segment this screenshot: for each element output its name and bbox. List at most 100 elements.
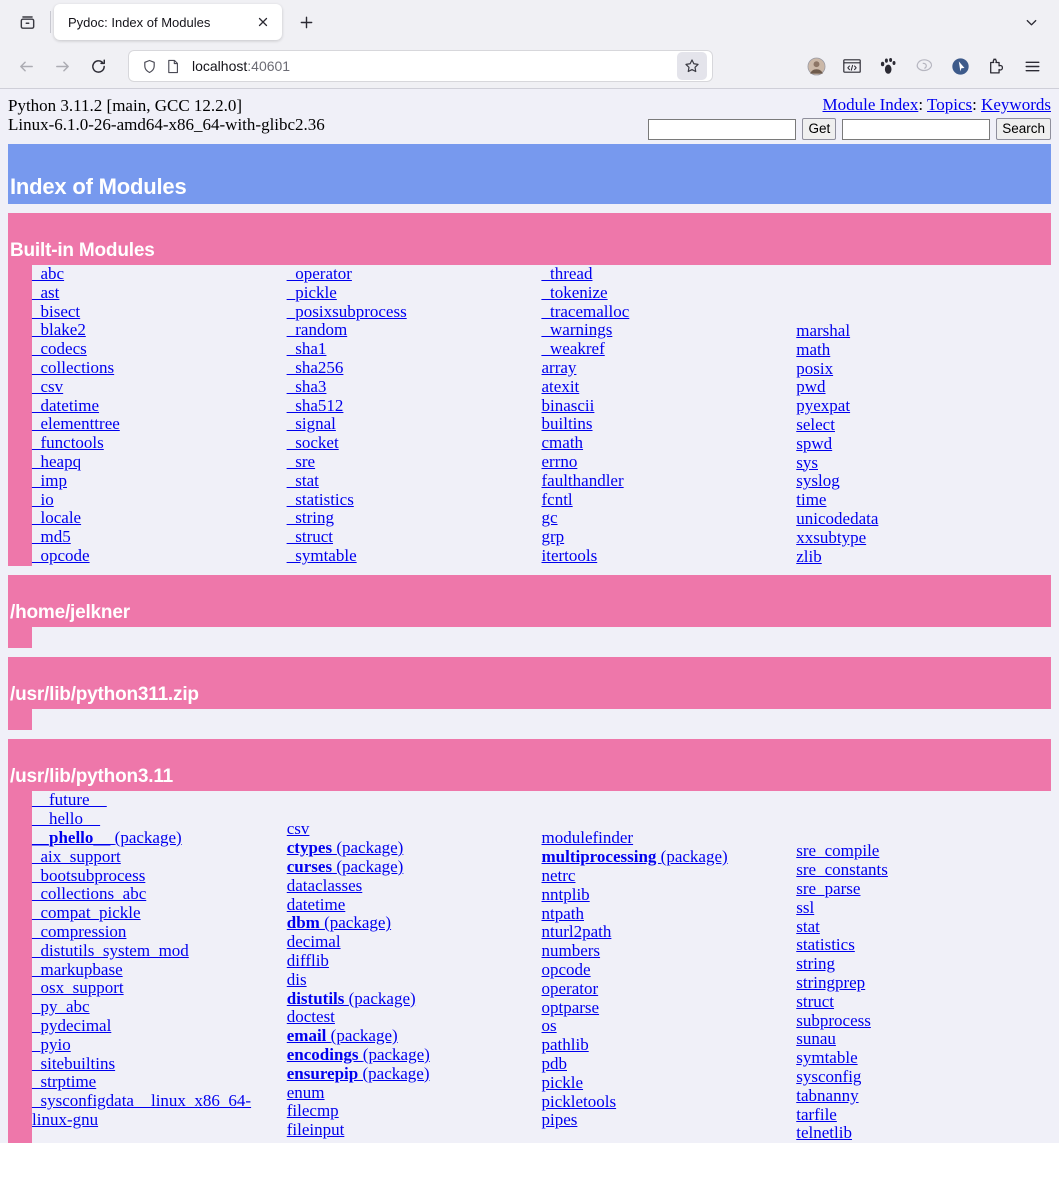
extensions-puzzle-icon[interactable] [979, 50, 1013, 82]
module-link[interactable]: _abc [32, 264, 64, 283]
keywords-link[interactable]: Keywords [981, 95, 1051, 114]
module-link[interactable]: math [796, 340, 830, 359]
module-link[interactable]: __phello__ (package) [32, 828, 182, 847]
module-link[interactable]: pwd [796, 377, 825, 396]
module-link[interactable]: pyexpat [796, 396, 850, 415]
module-link[interactable]: zlib [796, 547, 822, 566]
module-link[interactable]: string [796, 954, 835, 973]
account-avatar-icon[interactable] [799, 50, 833, 82]
module-link[interactable]: nturl2path [542, 922, 612, 941]
module-link[interactable]: __hello__ [32, 809, 100, 828]
module-link[interactable]: array [542, 358, 577, 377]
module-link[interactable]: ensurepip (package) [287, 1064, 430, 1083]
module-link[interactable]: tarfile [796, 1105, 837, 1124]
module-link[interactable]: itertools [542, 546, 598, 565]
module-link[interactable]: _signal [287, 414, 336, 433]
module-link[interactable]: pickletools [542, 1092, 617, 1111]
module-link[interactable]: time [796, 490, 826, 509]
module-link[interactable]: telnetlib [796, 1123, 852, 1142]
module-link[interactable]: doctest [287, 1007, 335, 1026]
module-link[interactable]: xxsubtype [796, 528, 866, 547]
module-link[interactable]: _elementtree [32, 414, 120, 433]
module-link[interactable]: fcntl [542, 490, 573, 509]
module-link[interactable]: pathlib [542, 1035, 589, 1054]
module-link[interactable]: gc [542, 508, 558, 527]
reload-icon[interactable] [82, 50, 114, 82]
module-link[interactable]: _sysconfigdata__linux_x86_64-linux-gnu [32, 1091, 251, 1129]
module-link[interactable]: _opcode [32, 546, 90, 565]
module-link[interactable]: sre_compile [796, 841, 879, 860]
module-link[interactable]: distutils (package) [287, 989, 416, 1008]
module-link[interactable]: _md5 [32, 527, 71, 546]
page-document-icon[interactable] [162, 55, 184, 77]
module-link[interactable]: filecmp [287, 1101, 339, 1120]
chevron-down-icon[interactable] [1015, 6, 1047, 38]
pointer-circle-icon[interactable] [943, 50, 977, 82]
module-link[interactable]: ctypes (package) [287, 838, 404, 857]
module-link[interactable]: _warnings [542, 320, 613, 339]
module-link[interactable]: _bisect [32, 302, 80, 321]
module-link[interactable]: _struct [287, 527, 333, 546]
get-input[interactable] [648, 118, 797, 140]
module-link[interactable]: _collections_abc [32, 884, 146, 903]
module-link[interactable]: sre_constants [796, 860, 888, 879]
module-link[interactable]: _strptime [32, 1072, 96, 1091]
module-link[interactable]: curses (package) [287, 857, 404, 876]
module-link[interactable]: opcode [542, 960, 591, 979]
module-link[interactable]: _csv [32, 377, 63, 396]
module-link[interactable]: _weakref [542, 339, 605, 358]
module-link[interactable]: _socket [287, 433, 339, 452]
module-link[interactable]: _sha256 [287, 358, 344, 377]
module-link[interactable]: operator [542, 979, 599, 998]
browser-tab-active[interactable]: Pydoc: Index of Modules [54, 4, 282, 40]
module-link[interactable]: _ast [32, 283, 59, 302]
module-link[interactable]: _thread [542, 264, 593, 283]
module-link[interactable]: stat [796, 917, 820, 936]
module-link[interactable]: optparse [542, 998, 600, 1017]
tab-list-icon[interactable] [10, 5, 44, 39]
module-link[interactable]: _sha512 [287, 396, 344, 415]
star-icon[interactable] [677, 52, 707, 80]
adblock-icon[interactable] [907, 50, 941, 82]
module-link[interactable]: multiprocessing (package) [542, 847, 728, 866]
module-link[interactable]: _codecs [32, 339, 87, 358]
module-index-link[interactable]: Module Index [823, 95, 919, 114]
module-link[interactable]: __future__ [32, 790, 107, 809]
hamburger-menu-icon[interactable] [1015, 50, 1049, 82]
shield-icon[interactable] [138, 55, 160, 77]
module-link[interactable]: _distutils_system_mod [32, 941, 189, 960]
module-link[interactable]: pipes [542, 1110, 578, 1129]
module-link[interactable]: _io [32, 490, 54, 509]
module-link[interactable]: _sha1 [287, 339, 327, 358]
module-link[interactable]: posix [796, 359, 833, 378]
module-link[interactable]: pickle [542, 1073, 584, 1092]
module-link[interactable]: _bootsubprocess [32, 866, 145, 885]
module-link[interactable]: cmath [542, 433, 584, 452]
url-bar[interactable]: localhost:40601 [128, 50, 713, 82]
module-link[interactable]: _posixsubprocess [287, 302, 407, 321]
module-link[interactable]: _compat_pickle [32, 903, 141, 922]
module-link[interactable]: sunau [796, 1029, 836, 1048]
module-link[interactable]: _py_abc [32, 997, 90, 1016]
module-link[interactable]: tabnanny [796, 1086, 858, 1105]
module-link[interactable]: modulefinder [542, 828, 634, 847]
module-link[interactable]: pdb [542, 1054, 568, 1073]
module-link[interactable]: statistics [796, 935, 855, 954]
module-link[interactable]: _pickle [287, 283, 337, 302]
close-icon[interactable] [252, 11, 274, 33]
module-link[interactable]: difflib [287, 951, 329, 970]
search-button[interactable]: Search [996, 118, 1051, 140]
module-link[interactable]: spwd [796, 434, 832, 453]
module-link[interactable]: dbm (package) [287, 913, 391, 932]
module-link[interactable]: _tracemalloc [542, 302, 630, 321]
module-link[interactable]: _pyio [32, 1035, 71, 1054]
search-input[interactable] [842, 118, 991, 140]
module-link[interactable]: _pydecimal [32, 1016, 111, 1035]
module-link[interactable]: os [542, 1016, 557, 1035]
get-button[interactable]: Get [802, 118, 837, 140]
module-link[interactable]: numbers [542, 941, 601, 960]
module-link[interactable]: select [796, 415, 835, 434]
module-link[interactable]: stringprep [796, 973, 865, 992]
module-link[interactable]: _locale [32, 508, 81, 527]
module-link[interactable]: decimal [287, 932, 341, 951]
